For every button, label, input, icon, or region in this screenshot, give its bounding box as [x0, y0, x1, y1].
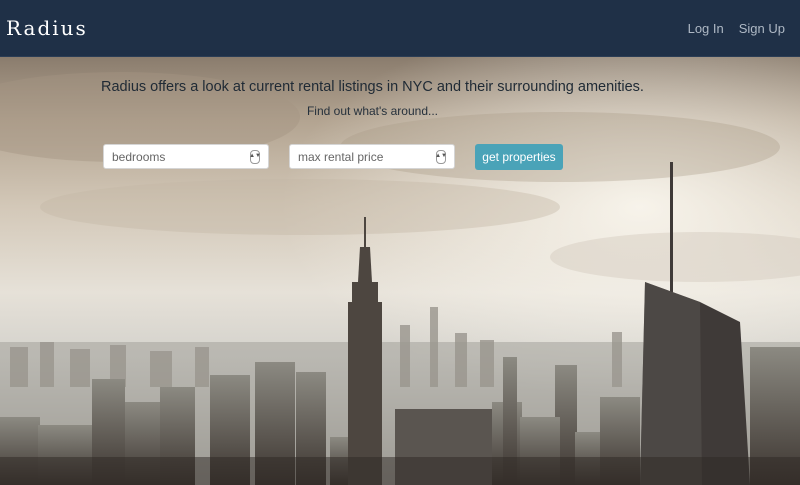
hero-headline: Radius offers a look at current rental l…: [101, 79, 644, 95]
bedrooms-stepper-icon[interactable]: ▲▼: [249, 149, 261, 164]
max-price-input[interactable]: [298, 149, 423, 164]
signup-link[interactable]: Sign Up: [739, 21, 785, 36]
bedrooms-input[interactable]: [112, 149, 237, 164]
login-link[interactable]: Log In: [688, 21, 724, 36]
hero-subline: Find out what's around...: [306, 104, 439, 118]
bedrooms-field[interactable]: ▲▼: [103, 144, 269, 169]
hero-section: Radius offers a look at current rental l…: [0, 57, 800, 485]
max-price-field[interactable]: ▲▼: [289, 144, 455, 169]
navbar: Radius Log In Sign Up: [0, 0, 800, 57]
price-stepper-icon[interactable]: ▲▼: [435, 149, 447, 164]
search-panel: Radius offers a look at current rental l…: [0, 57, 800, 485]
get-properties-button[interactable]: get properties: [475, 144, 563, 170]
brand-logo[interactable]: Radius: [6, 16, 88, 40]
nav-links: Log In Sign Up: [688, 21, 785, 36]
